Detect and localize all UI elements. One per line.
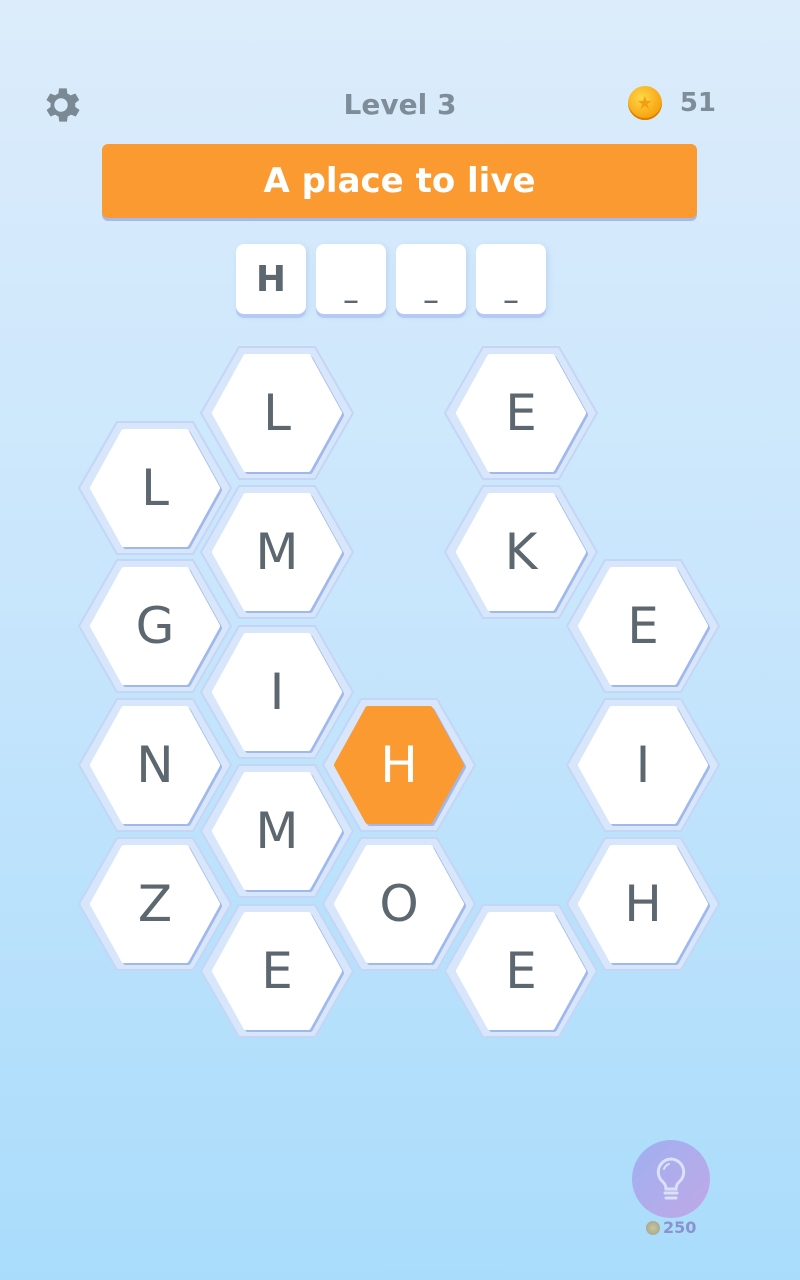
lightbulb-icon (656, 1157, 686, 1200)
letter-tile[interactable]: M (200, 485, 354, 619)
coin-icon: ★ (627, 86, 662, 120)
hint-cost: 250 (646, 1218, 696, 1237)
tile-letter: I (635, 736, 651, 794)
letter-tile[interactable]: E (566, 559, 720, 693)
tile-letter: E (505, 384, 537, 442)
letter-tile[interactable]: L (200, 346, 354, 480)
answer-slot: _ (476, 244, 546, 314)
letter-tile[interactable]: E (444, 346, 598, 480)
tile-letter: H (380, 736, 418, 794)
coin-count: 51 (679, 88, 716, 118)
hint-button[interactable] (632, 1140, 710, 1218)
letter-tile[interactable]: I (566, 698, 720, 832)
top-bar: Level 3 ★ 51 (0, 70, 800, 140)
hint-cost-value: 250 (663, 1218, 697, 1237)
coin-icon (646, 1220, 660, 1235)
letter-tile[interactable]: H (566, 837, 720, 971)
answer-slots: H _ _ _ (236, 244, 546, 314)
coin-balance: ★ 51 (627, 86, 716, 120)
answer-slot: _ (396, 244, 466, 314)
tile-letter: M (255, 523, 299, 581)
clue-text: A place to live (263, 161, 536, 201)
clue-banner: A place to live (102, 144, 697, 218)
tile-letter: L (263, 384, 291, 442)
answer-slot: _ (316, 244, 386, 314)
tile-letter: E (627, 597, 659, 655)
letter-tile-selected[interactable]: H (322, 698, 476, 832)
tile-letter: H (624, 875, 662, 933)
answer-slot: H (236, 244, 306, 314)
